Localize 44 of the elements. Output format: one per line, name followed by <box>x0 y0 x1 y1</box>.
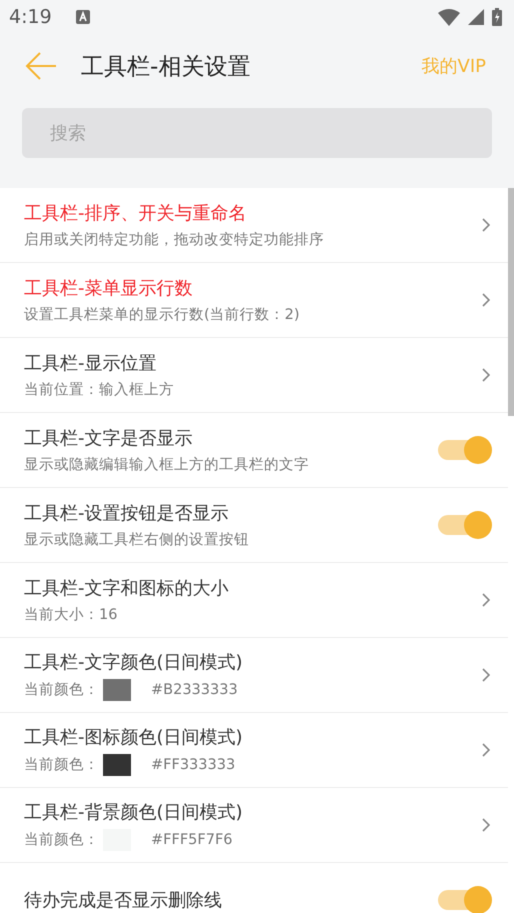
signal-icon <box>468 9 484 25</box>
settings-row[interactable]: 工具栏-图标颜色(日间模式) 当前颜色： #FF333333 <box>0 713 508 788</box>
back-arrow-icon[interactable] <box>25 51 57 81</box>
setting-title: 工具栏-图标颜色(日间模式) <box>24 726 243 748</box>
setting-subtitle: 当前大小：16 <box>24 606 118 624</box>
chevron-icon <box>482 293 490 307</box>
setting-title: 工具栏-菜单显示行数 <box>24 277 192 300</box>
setting-title: 工具栏-文字和图标的大小 <box>24 577 228 600</box>
chevron-icon <box>482 818 490 832</box>
setting-subtitle: 当前位置：输入框上方 <box>24 380 174 399</box>
setting-subtitle: 当前颜色： <box>24 831 99 849</box>
settings-row[interactable]: 工具栏-设置按钮是否显示 显示或隐藏工具栏右侧的设置按钮 <box>0 488 508 563</box>
settings-row[interactable]: 待办完成是否显示删除线 <box>0 863 508 913</box>
setting-subtitle: 当前颜色： <box>24 681 99 699</box>
setting-subtitle: 显示或隐藏编辑输入框上方的工具栏的文字 <box>24 456 309 474</box>
status-time: 4:19 <box>9 6 52 28</box>
setting-title: 工具栏-文字是否显示 <box>24 427 192 450</box>
chevron-icon <box>482 593 490 607</box>
setting-subtitle: 设置工具栏菜单的显示行数(当前行数：2) <box>24 306 300 324</box>
settings-row[interactable]: 工具栏-文字颜色(日间模式) 当前颜色： #B2333333 <box>0 638 508 713</box>
setting-title: 待办完成是否显示删除线 <box>24 889 222 912</box>
chevron-icon <box>482 743 490 757</box>
settings-row[interactable]: 工具栏-文字是否显示 显示或隐藏编辑输入框上方的工具栏的文字 <box>0 413 508 488</box>
setting-subtitle: 启用或关闭特定功能，拖动改变特定功能排序 <box>24 230 324 249</box>
page-title: 工具栏-相关设置 <box>81 52 250 82</box>
search-field[interactable]: 搜索 <box>22 108 492 158</box>
battery-icon <box>492 8 502 26</box>
setting-title: 工具栏-设置按钮是否显示 <box>24 502 228 525</box>
settings-row[interactable]: 工具栏-文字和图标的大小 当前大小：16 <box>0 563 508 638</box>
chevron-icon <box>482 368 490 382</box>
setting-subtitle: 当前颜色： <box>24 756 99 774</box>
settings-row[interactable]: 工具栏-背景颜色(日间模式) 当前颜色： #FFF5F7F6 <box>0 788 508 863</box>
chevron-icon <box>482 218 490 232</box>
setting-subtitle: 显示或隐藏工具栏右侧的设置按钮 <box>24 531 249 549</box>
notification-icon <box>76 10 90 24</box>
color-value: #B2333333 <box>151 682 238 698</box>
setting-title: 工具栏-背景颜色(日间模式) <box>24 800 243 824</box>
color-value: #FFF5F7F6 <box>151 832 233 848</box>
chevron-icon <box>482 668 490 682</box>
setting-title: 工具栏-文字颜色(日间模式) <box>24 650 243 674</box>
color-value: #FF333333 <box>151 756 236 772</box>
setting-title: 工具栏-显示位置 <box>24 352 156 375</box>
wifi-icon <box>438 8 460 26</box>
setting-title: 工具栏-排序、开关与重命名 <box>24 202 246 225</box>
